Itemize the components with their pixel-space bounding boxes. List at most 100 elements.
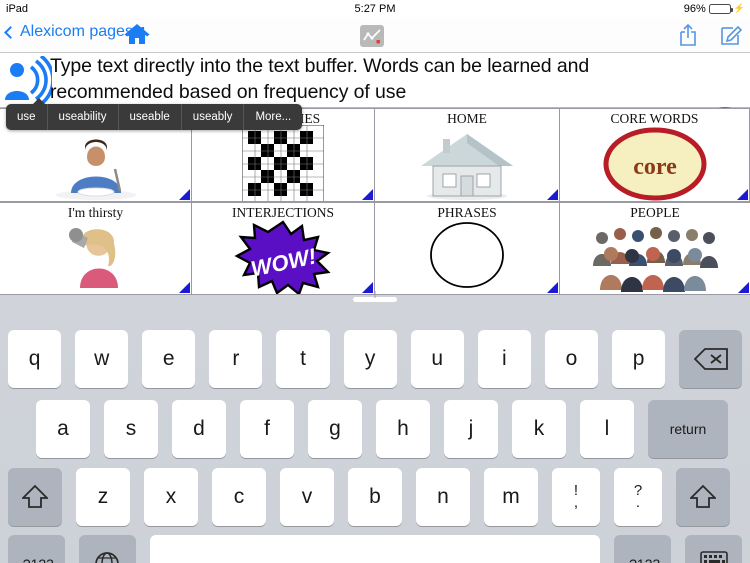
key-a[interactable]: a bbox=[36, 400, 90, 458]
key-j[interactable]: j bbox=[444, 400, 498, 458]
banner-message-text: Type text directly into the text buffer.… bbox=[50, 55, 590, 103]
key-g[interactable]: g bbox=[308, 400, 362, 458]
cell-art-wow-burst: WOW! bbox=[192, 220, 374, 295]
keyboard-row-3: z x c v b n m ! , ? . bbox=[0, 468, 750, 526]
return-key[interactable]: return bbox=[648, 400, 728, 458]
compose-icon[interactable] bbox=[720, 23, 743, 52]
link-marker-icon bbox=[362, 188, 373, 200]
link-marker-icon bbox=[547, 188, 558, 200]
key-h[interactable]: h bbox=[376, 400, 430, 458]
cell-art-woman-drinking bbox=[0, 221, 191, 295]
dismiss-keyboard-key[interactable] bbox=[685, 535, 742, 563]
key-x[interactable]: x bbox=[144, 468, 198, 526]
backspace-icon bbox=[693, 348, 728, 370]
keyboard-row-4: .?123 .?123 bbox=[0, 535, 750, 563]
cell-art-man-eating bbox=[0, 127, 191, 201]
cell-label: PEOPLE bbox=[630, 204, 680, 220]
suggestion-item-3[interactable]: useably bbox=[182, 104, 245, 130]
grid-cell-core-words[interactable]: CORE WORDS core bbox=[560, 108, 750, 202]
shift-key-right[interactable] bbox=[676, 468, 730, 526]
shift-key-left[interactable] bbox=[8, 468, 62, 526]
key-q[interactable]: q bbox=[8, 330, 62, 388]
app-root: iPad 5:27 PM 96% ⚡ Alexicom pages Type t… bbox=[0, 0, 750, 563]
key-v[interactable]: v bbox=[280, 468, 334, 526]
share-icon[interactable] bbox=[678, 23, 698, 52]
key-p[interactable]: p bbox=[611, 330, 666, 388]
home-icon[interactable] bbox=[124, 23, 150, 52]
grid-cell-people[interactable]: PEOPLE bbox=[560, 201, 750, 295]
grid-cell-im-thirsty[interactable]: I'm thirsty bbox=[0, 201, 192, 295]
globe-icon bbox=[95, 552, 120, 563]
back-button[interactable]: Alexicom pages bbox=[4, 23, 133, 41]
key-t[interactable]: t bbox=[276, 330, 330, 388]
key-n[interactable]: n bbox=[416, 468, 470, 526]
back-button-label: Alexicom pages bbox=[20, 23, 133, 40]
key-m[interactable]: m bbox=[484, 468, 538, 526]
key-c[interactable]: c bbox=[212, 468, 266, 526]
autocomplete-suggestion-bar: use useability useable useably More... bbox=[6, 98, 303, 130]
cell-art-speech-oval bbox=[375, 221, 559, 295]
status-clock: 5:27 PM bbox=[354, 2, 396, 15]
key-exclaim-comma[interactable]: ! , bbox=[552, 468, 600, 526]
grid-cell-home[interactable]: HOME bbox=[375, 108, 560, 202]
status-bar: iPad 5:27 PM 96% ⚡ bbox=[0, 0, 750, 17]
key-b[interactable]: b bbox=[348, 468, 402, 526]
link-marker-icon bbox=[547, 282, 558, 293]
cell-label: CORE WORDS bbox=[610, 111, 699, 126]
core-word-text: core bbox=[633, 154, 677, 180]
suggestion-item-2[interactable]: useable bbox=[119, 104, 182, 130]
globe-key[interactable] bbox=[78, 535, 136, 563]
link-marker-icon bbox=[738, 282, 749, 293]
navigation-bar: Alexicom pages bbox=[0, 17, 750, 53]
cell-label: INTERJECTIONS bbox=[232, 204, 334, 220]
status-battery-group: 96% ⚡ bbox=[684, 3, 745, 15]
numeric-key-left[interactable]: .?123 bbox=[8, 535, 65, 563]
shift-icon bbox=[22, 484, 48, 508]
communication-grid: I'm hungry ACTIVITIES bbox=[0, 108, 750, 295]
key-k[interactable]: k bbox=[512, 400, 566, 458]
key-y[interactable]: y bbox=[343, 330, 397, 388]
link-marker-icon bbox=[362, 282, 373, 293]
key-question-period[interactable]: ? . bbox=[614, 468, 662, 526]
link-marker-icon bbox=[737, 188, 748, 200]
keyboard-drag-handle[interactable] bbox=[353, 291, 397, 302]
key-f[interactable]: f bbox=[240, 400, 294, 458]
suggestion-item-0[interactable]: use bbox=[6, 104, 48, 130]
message-banner: Type text directly into the text buffer.… bbox=[0, 53, 750, 153]
numeric-key-right[interactable]: .?123 bbox=[614, 535, 672, 563]
analytics-chart-icon[interactable] bbox=[360, 25, 384, 52]
key-d[interactable]: d bbox=[172, 400, 226, 458]
key-u[interactable]: u bbox=[410, 330, 464, 388]
link-marker-icon bbox=[179, 282, 190, 293]
key-i[interactable]: i bbox=[477, 330, 531, 388]
dismiss-keyboard-icon bbox=[699, 551, 728, 563]
charging-bolt-icon: ⚡ bbox=[733, 3, 745, 13]
grid-cell-phrases[interactable]: PHRASES bbox=[375, 201, 560, 295]
grid-cell-interjections[interactable]: INTERJECTIONS WOW! bbox=[192, 201, 375, 295]
battery-icon bbox=[708, 3, 733, 14]
cell-label: I'm thirsty bbox=[67, 204, 124, 220]
chevron-left-icon bbox=[4, 25, 17, 39]
key-w[interactable]: w bbox=[75, 330, 129, 388]
cell-art-crossword bbox=[192, 124, 374, 201]
key-o[interactable]: o bbox=[544, 330, 598, 388]
cell-art-house bbox=[375, 127, 559, 201]
link-marker-icon bbox=[179, 188, 190, 200]
suggestion-item-more[interactable]: More... bbox=[244, 104, 302, 130]
key-l[interactable]: l bbox=[580, 400, 634, 458]
space-key[interactable] bbox=[149, 535, 601, 563]
key-r[interactable]: r bbox=[209, 330, 263, 388]
key-z[interactable]: z bbox=[76, 468, 130, 526]
key-comma-lower: , bbox=[573, 494, 579, 511]
key-s[interactable]: s bbox=[104, 400, 158, 458]
cell-art-crowd bbox=[560, 221, 750, 295]
key-e[interactable]: e bbox=[142, 330, 196, 388]
suggestion-item-1[interactable]: useability bbox=[48, 104, 119, 130]
shift-icon bbox=[690, 484, 716, 508]
battery-percent-label: 96% bbox=[683, 2, 706, 15]
nav-right-actions bbox=[678, 23, 743, 52]
keyboard-row-1: q w e r t y u i o p bbox=[0, 330, 750, 388]
cell-label: HOME bbox=[447, 111, 487, 126]
key-period-lower: . bbox=[635, 494, 641, 511]
backspace-key[interactable] bbox=[679, 330, 743, 388]
